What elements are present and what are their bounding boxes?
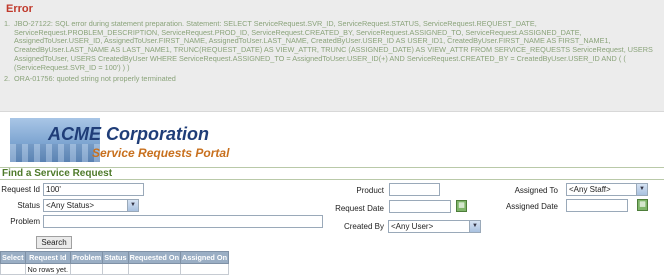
problem-label: Problem [10, 217, 40, 226]
error-number: 2. [4, 74, 11, 84]
column-header-problem[interactable]: Problem [70, 251, 104, 264]
assigned-to-value: <Any Staff> [569, 185, 611, 194]
request-date-label: Request Date [335, 204, 384, 213]
table-header-row: Select Request Id Problem Status Request… [0, 251, 230, 264]
calendar-icon[interactable]: ▦ [637, 199, 648, 211]
chevron-down-icon[interactable]: ▼ [127, 200, 138, 211]
error-panel: Error 1. JBO-27122: SQL error during sta… [0, 0, 664, 112]
column-header-select[interactable]: Select [0, 251, 26, 264]
table-cell [70, 263, 104, 275]
empty-message: No rows yet. [24, 263, 72, 275]
chevron-down-icon[interactable]: ▼ [636, 184, 647, 195]
status-select[interactable]: <Any Status> ▼ [43, 199, 139, 212]
error-list: 1. JBO-27122: SQL error during statement… [4, 19, 660, 85]
table-cell [127, 263, 182, 275]
table-cell [180, 263, 230, 275]
status-value: <Any Status> [46, 201, 95, 210]
assigned-date-label: Assigned Date [505, 202, 558, 211]
created-by-value: <Any User> [391, 222, 434, 231]
search-button[interactable]: Search [36, 236, 72, 249]
portal-name: Service Requests Portal [92, 146, 230, 160]
created-by-label: Created By [343, 222, 384, 231]
chevron-down-icon[interactable]: ▼ [469, 221, 480, 232]
calendar-icon[interactable]: ▦ [456, 200, 467, 212]
form-title: Find a Service Request [0, 167, 664, 180]
column-header-requested-on[interactable]: Requested On [127, 251, 182, 264]
error-text: ORA-01756: quoted string not properly te… [14, 74, 176, 84]
error-title: Error [6, 3, 33, 15]
problem-input[interactable] [43, 215, 323, 228]
error-text: JBO-27122: SQL error during statement pr… [14, 19, 653, 72]
column-header-status[interactable]: Status [102, 251, 129, 264]
request-date-input[interactable] [389, 200, 451, 213]
status-label: Status [17, 201, 40, 210]
table-cell [102, 263, 129, 275]
banner-logo: ACME Corporation Service Requests Portal [0, 116, 320, 164]
error-message: 1. JBO-27122: SQL error during statement… [4, 19, 660, 72]
created-by-select[interactable]: <Any User> ▼ [388, 220, 481, 233]
results-table: Select Request Id Problem Status Request… [0, 251, 230, 275]
table-row: No rows yet. [0, 263, 230, 275]
request-id-label: Request Id [1, 185, 40, 194]
assigned-date-input[interactable] [566, 199, 628, 212]
error-message: 2. ORA-01756: quoted string not properly… [4, 74, 660, 84]
column-header-request-id[interactable]: Request Id [24, 251, 72, 264]
request-id-input[interactable]: 100' [43, 183, 144, 196]
product-label: Product [356, 186, 384, 195]
company-name: ACME Corporation [48, 124, 209, 144]
assigned-to-label: Assigned To [514, 186, 558, 195]
table-cell [0, 263, 26, 275]
column-header-assigned-on[interactable]: Assigned On [180, 251, 230, 264]
assigned-to-select[interactable]: <Any Staff> ▼ [566, 183, 648, 196]
product-input[interactable] [389, 183, 440, 196]
error-number: 1. [4, 19, 11, 28]
